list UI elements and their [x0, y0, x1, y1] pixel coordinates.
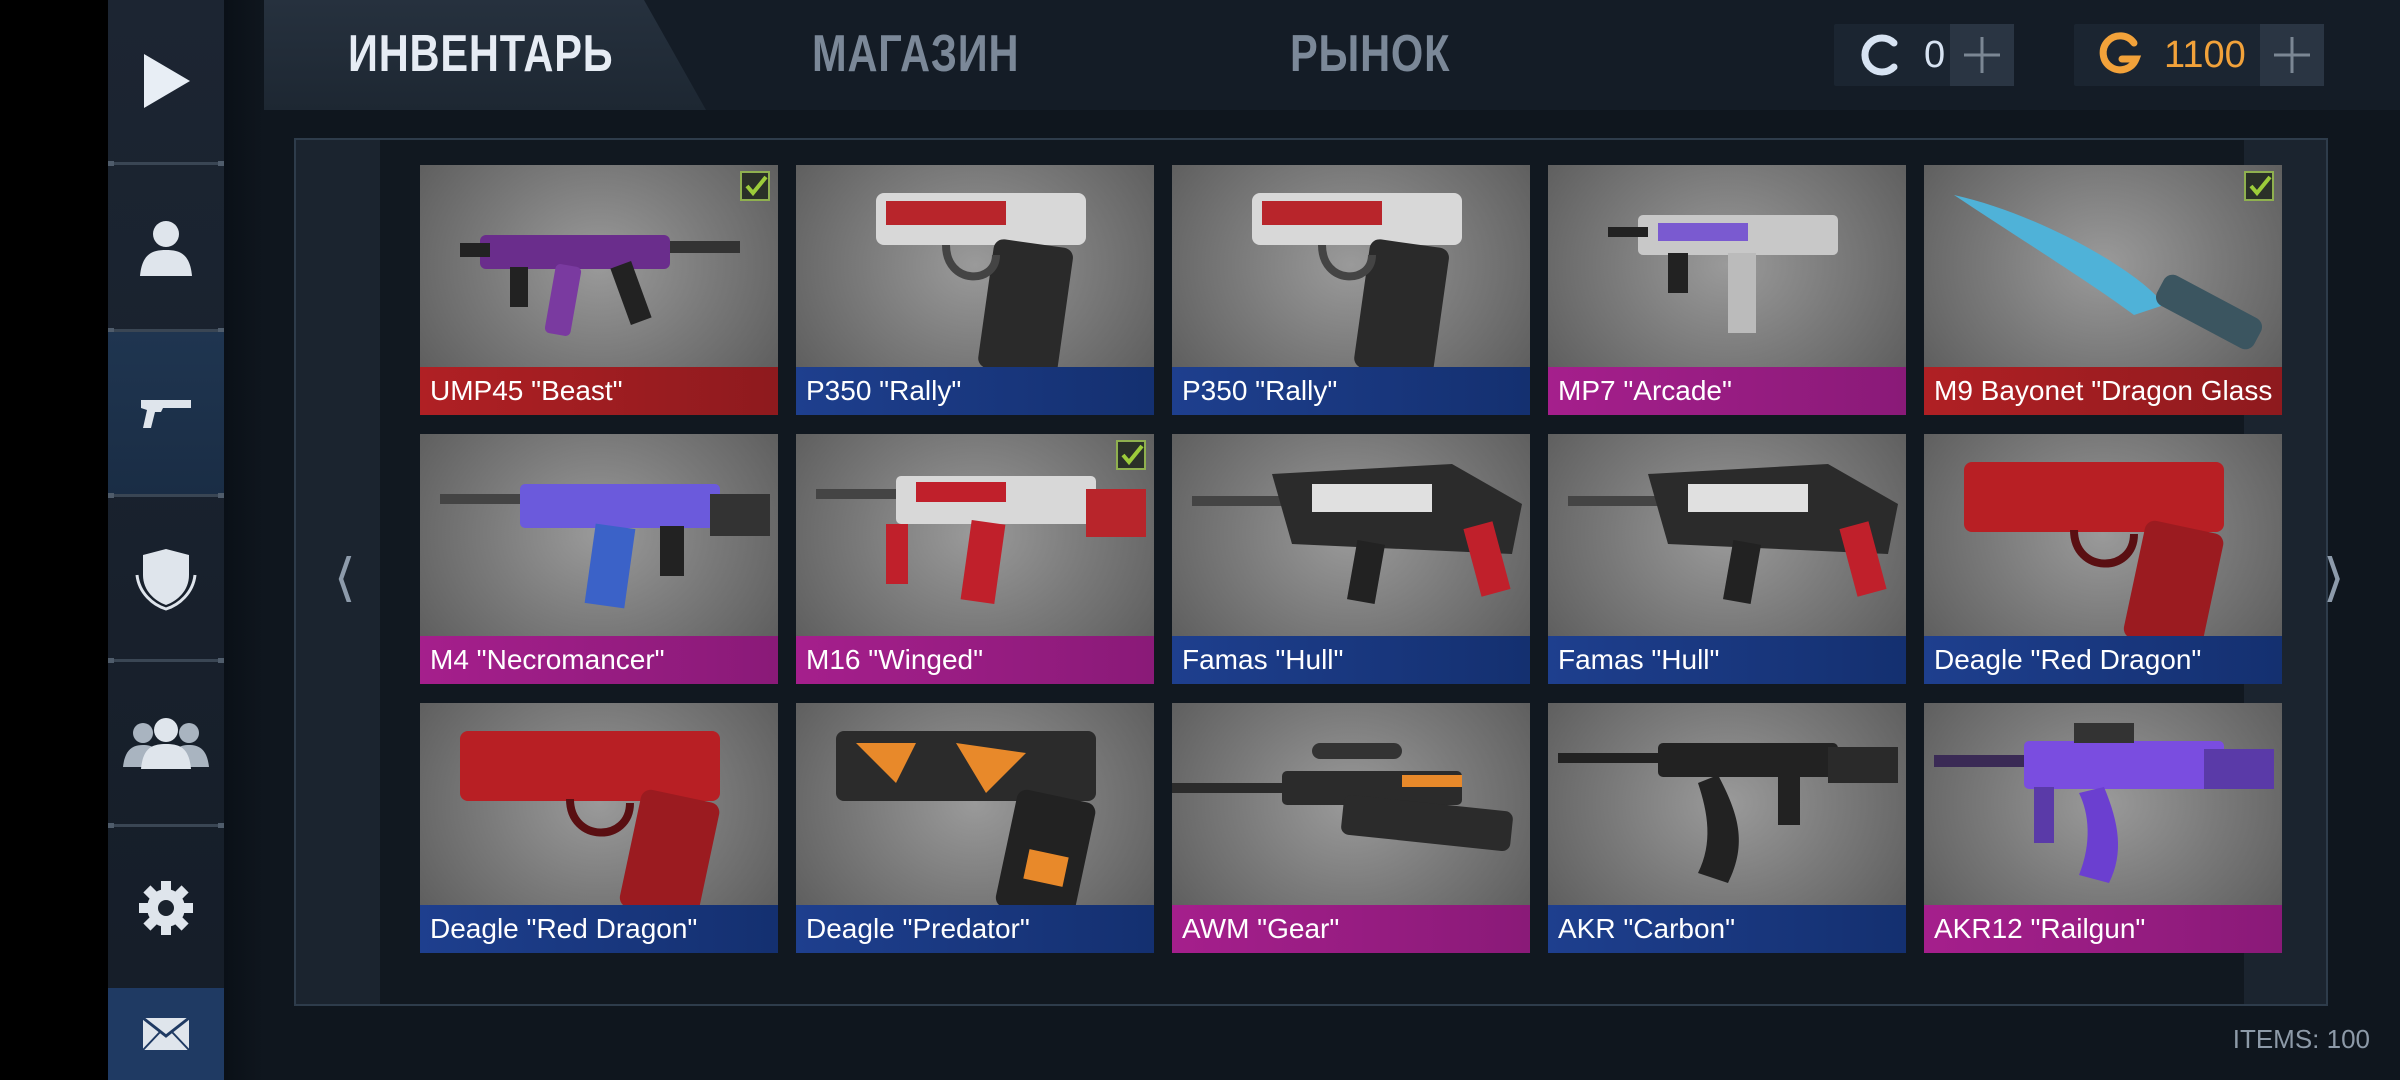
sidebar-shadow: [224, 0, 264, 1080]
weapon-image: [1172, 743, 1513, 851]
tab-shop[interactable]: МАГАЗИН: [812, 24, 1019, 84]
sidebar-item-mail[interactable]: [108, 988, 224, 1080]
sidebar-divider: [108, 161, 224, 166]
item-name: Famas "Hull": [1172, 636, 1530, 684]
friends-icon: [123, 718, 209, 769]
inventory-item-card[interactable]: Famas "Hull": [1172, 434, 1530, 684]
sidebar-item-profile[interactable]: [108, 167, 224, 329]
equipped-check-icon: [740, 171, 770, 201]
weapon-image: [1934, 723, 2274, 883]
tab-inventory[interactable]: ИНВЕНТАРЬ: [348, 24, 613, 84]
mail-icon: [142, 1016, 190, 1051]
inventory-item-card[interactable]: P350 "Rally": [1172, 165, 1530, 415]
gold-g-icon: [2099, 32, 2142, 74]
item-name: UMP45 "Beast": [420, 367, 778, 415]
inventory-item-card[interactable]: AWM "Gear": [1172, 703, 1530, 953]
profile-icon: [140, 221, 192, 276]
inventory-item-card[interactable]: AKR12 "Railgun": [1924, 703, 2282, 953]
weapon-image: [1568, 464, 1898, 604]
item-name: M9 Bayonet "Dragon Glass: [1924, 367, 2282, 415]
gold-balance: 1100: [2074, 24, 2324, 86]
inventory-item-card[interactable]: M9 Bayonet "Dragon Glass: [1924, 165, 2282, 415]
item-name: P350 "Rally": [1172, 367, 1530, 415]
clan-shield-icon: [135, 549, 197, 611]
item-name: P350 "Rally": [796, 367, 1154, 415]
weapon-image: [1252, 193, 1462, 367]
screen-edge: [0, 0, 108, 1080]
item-name: M16 "Winged": [796, 636, 1154, 684]
weapon-image: [816, 476, 1146, 604]
inventory-item-card[interactable]: AKR "Carbon": [1548, 703, 1906, 953]
tab-market[interactable]: РЫНОК: [1290, 24, 1450, 84]
weapon-image: [1954, 195, 2263, 350]
coin-c-icon: [1861, 34, 1898, 76]
weapon-image: [1192, 464, 1522, 604]
sidebar-nav: [108, 0, 224, 1080]
add-coins-button[interactable]: [1950, 24, 2014, 86]
item-name: Deagle "Red Dragon": [1924, 636, 2282, 684]
weapon-image: [876, 193, 1086, 367]
sidebar-item-inventory[interactable]: [108, 332, 224, 494]
plus-icon: [1964, 37, 2000, 73]
item-name: Deagle "Predator": [796, 905, 1154, 953]
item-name: Famas "Hull": [1548, 636, 1906, 684]
weapon-image: [460, 235, 740, 336]
plus-icon: [2274, 37, 2310, 73]
inventory-item-card[interactable]: P350 "Rally": [796, 165, 1154, 415]
weapon-image: [1964, 462, 2224, 636]
item-name: M4 "Necromancer": [420, 636, 778, 684]
inventory-item-card[interactable]: Deagle "Predator": [796, 703, 1154, 953]
inventory-item-card[interactable]: Deagle "Red Dragon": [1924, 434, 2282, 684]
sidebar-item-clan[interactable]: [108, 497, 224, 659]
inventory-item-card[interactable]: M16 "Winged": [796, 434, 1154, 684]
item-name: AWM "Gear": [1172, 905, 1530, 953]
sidebar-item-friends[interactable]: [108, 662, 224, 824]
gold-value: 1100: [2164, 33, 2246, 76]
weapon-image: [460, 731, 720, 905]
item-name: AKR "Carbon": [1548, 905, 1906, 953]
item-name: MP7 "Arcade": [1548, 367, 1906, 415]
play-icon: [144, 54, 190, 108]
inventory-item-card[interactable]: UMP45 "Beast": [420, 165, 778, 415]
sidebar-item-settings[interactable]: [108, 827, 224, 989]
weapon-image: [1558, 743, 1898, 883]
inventory-item-card[interactable]: MP7 "Arcade": [1548, 165, 1906, 415]
weapon-image: [1608, 215, 1838, 333]
weapon-image: [836, 731, 1096, 905]
sidebar-item-play[interactable]: [108, 0, 224, 162]
coins-value: 0: [1924, 33, 1946, 76]
inventory-item-card[interactable]: Famas "Hull": [1548, 434, 1906, 684]
inventory-item-card[interactable]: M4 "Necromancer": [420, 434, 778, 684]
equipped-check-icon: [1116, 440, 1146, 470]
prev-page-button[interactable]: ❬: [332, 548, 359, 602]
item-name: AKR12 "Railgun": [1924, 905, 2282, 953]
next-page-button[interactable]: ❭: [2320, 548, 2347, 602]
pistol-icon: [141, 400, 191, 428]
coins-balance: 0: [1834, 24, 2014, 86]
gear-icon: [139, 881, 193, 935]
items-count: ITEMS: 100: [2232, 1024, 2370, 1054]
inventory-item-card[interactable]: Deagle "Red Dragon": [420, 703, 778, 953]
weapon-image: [440, 484, 770, 609]
equipped-check-icon: [2244, 171, 2274, 201]
item-name: Deagle "Red Dragon": [420, 905, 778, 953]
add-gold-button[interactable]: [2260, 24, 2324, 86]
